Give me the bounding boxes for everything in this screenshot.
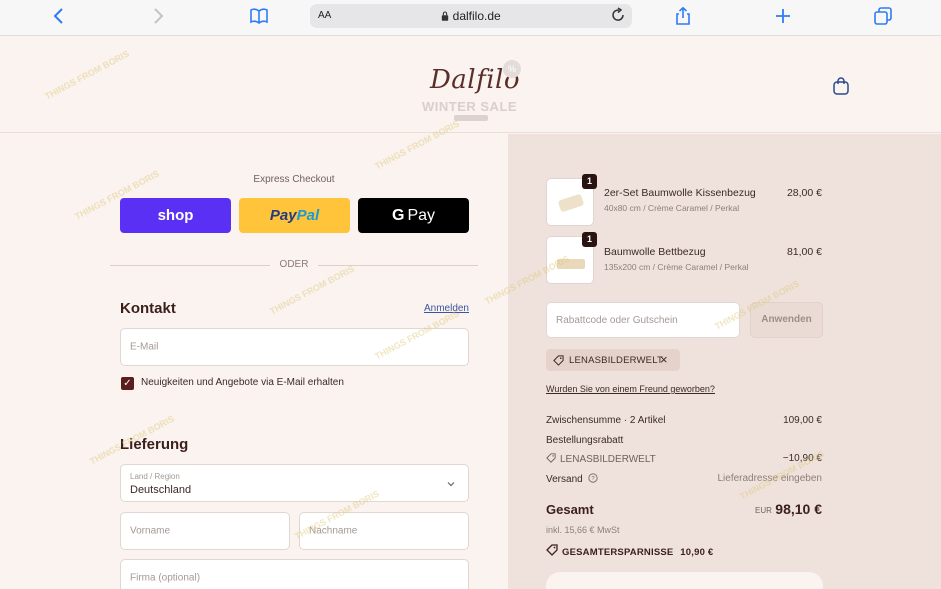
applied-code-tag: LENASBILDERWELT × [546, 349, 680, 371]
remove-code-icon[interactable]: × [660, 352, 668, 367]
item-variant: 135x200 cm / Crème Caramel / Perkal [604, 262, 749, 272]
back-icon[interactable] [47, 6, 71, 28]
cart-bag-icon[interactable] [832, 77, 850, 95]
divider-or-label: ODER [270, 259, 318, 270]
site-header: Dalfilo % WINTER SALE [0, 37, 941, 133]
express-checkout-label: Express Checkout [253, 174, 335, 185]
delivery-title: Lieferung [120, 436, 189, 453]
item-thumbnail-pillowcase: 1 [546, 174, 597, 226]
summary-bottom-panel [546, 572, 823, 589]
svg-text:?: ? [592, 476, 596, 482]
total-value: 98,10 € [775, 501, 822, 517]
shipping-row: Versand ? [546, 473, 599, 485]
google-g-icon: G [391, 206, 405, 224]
discount-code: LENASBILDERWELT [560, 454, 656, 465]
shop-pay-button[interactable]: shop [120, 198, 231, 233]
paypal-button[interactable]: Pay Pal [239, 198, 350, 233]
country-label: Land / Region [130, 472, 180, 481]
paypal-label-pay: Pay [269, 207, 297, 224]
discount-code-row: LENASBILDERWELT [546, 453, 656, 465]
applied-code-label: LENASBILDERWELT [569, 355, 663, 366]
item-name: 2er-Set Baumwolle Kissenbezug [604, 187, 756, 199]
total-currency: EUR [755, 506, 772, 515]
discount-label: Bestellungsrabatt [546, 435, 624, 446]
country-value: Deutschland [130, 484, 192, 496]
tag-icon [546, 453, 556, 463]
coupon-placeholder: Rabattcode oder Gutschein [556, 315, 678, 326]
tabs-icon[interactable] [871, 6, 895, 28]
newsletter-checkbox[interactable]: ✓ [121, 377, 134, 390]
chevron-down-icon [447, 482, 455, 487]
firstname-placeholder: Vorname [130, 525, 171, 537]
savings-value: 10,90 € [680, 547, 714, 558]
newsletter-label: Neuigkeiten und Angebote via E-Mail erha… [141, 377, 344, 388]
subtotal-value: 109,00 € [783, 415, 822, 426]
share-icon[interactable] [671, 6, 695, 28]
duvet-image [557, 259, 585, 269]
shipping-value: Lieferadresse eingeben [717, 473, 822, 484]
lastname-field[interactable]: Nachname [299, 512, 469, 550]
shipping-label: Versand [546, 474, 583, 485]
subtotal-label: Zwischensumme · 2 Artikel [546, 415, 666, 426]
reload-icon[interactable] [610, 7, 626, 23]
google-pay-button[interactable]: G Pay [358, 198, 469, 233]
lastname-placeholder: Nachname [309, 525, 358, 537]
winter-sale-label: WINTER SALE [422, 99, 518, 114]
item-quantity-badge: 1 [582, 232, 597, 247]
url-text: dalfilo.de [310, 9, 632, 23]
browser-toolbar: AA dalfilo.de [0, 0, 941, 36]
email-field[interactable]: E-Mail [120, 328, 469, 366]
tax-info: inkl. 15,66 € MwSt [546, 525, 620, 535]
company-placeholder: Firma (optional) [130, 572, 201, 584]
checkout-form: Express Checkout shop Pay Pal G Pay ODER … [0, 134, 508, 589]
paypal-label-pal: Pal [296, 207, 320, 224]
item-variant: 40x80 cm / Crème Caramel / Perkal [604, 203, 740, 213]
email-placeholder: E-Mail [130, 341, 159, 353]
item-name: Baumwolle Bettbezug [604, 246, 706, 258]
apply-coupon-button[interactable]: Anwenden [750, 302, 823, 338]
company-field[interactable]: Firma (optional) [120, 559, 469, 589]
pillow-image [557, 193, 585, 213]
firstname-field[interactable]: Vorname [120, 512, 290, 550]
logo-tagline-decoration [454, 115, 488, 121]
help-circle-icon[interactable]: ? [588, 473, 599, 483]
item-thumbnail-duvet: 1 [546, 232, 597, 284]
forward-icon[interactable] [146, 6, 170, 28]
new-tab-icon[interactable] [771, 6, 795, 28]
item-price: 28,00 € [786, 187, 822, 199]
sale-badge-icon: % [503, 60, 521, 78]
item-price: 81,00 € [786, 246, 822, 258]
url-label: dalfilo.de [452, 9, 501, 23]
tag-icon [546, 544, 558, 556]
savings-label: GESAMTERSPARNISSE [562, 547, 674, 558]
order-summary: 1 2er-Set Baumwolle Kissenbezug 40x80 cm… [508, 134, 941, 589]
discount-value: −10,90 € [782, 453, 822, 464]
total-label: Gesamt [546, 502, 594, 517]
tag-icon [553, 355, 564, 366]
shop-pay-label: shop [157, 207, 194, 224]
login-link[interactable]: Anmelden [380, 303, 469, 314]
contact-title: Kontakt [120, 300, 176, 317]
coupon-input[interactable]: Rabattcode oder Gutschein [546, 302, 740, 338]
google-pay-label: Pay [407, 206, 436, 224]
bookmarks-icon[interactable] [247, 6, 271, 28]
referral-link[interactable]: Wurden Sie von einem Freund geworben? [546, 384, 715, 394]
dalfilo-logo[interactable]: Dalfilo % WINTER SALE [420, 60, 530, 121]
item-quantity-badge: 1 [582, 174, 597, 189]
total-savings: GESAMTERSPARNISSE 10,90 € [546, 544, 713, 558]
country-select[interactable]: Land / Region Deutschland [120, 464, 469, 502]
address-bar[interactable]: AA dalfilo.de [310, 4, 632, 28]
lock-icon [442, 11, 449, 21]
